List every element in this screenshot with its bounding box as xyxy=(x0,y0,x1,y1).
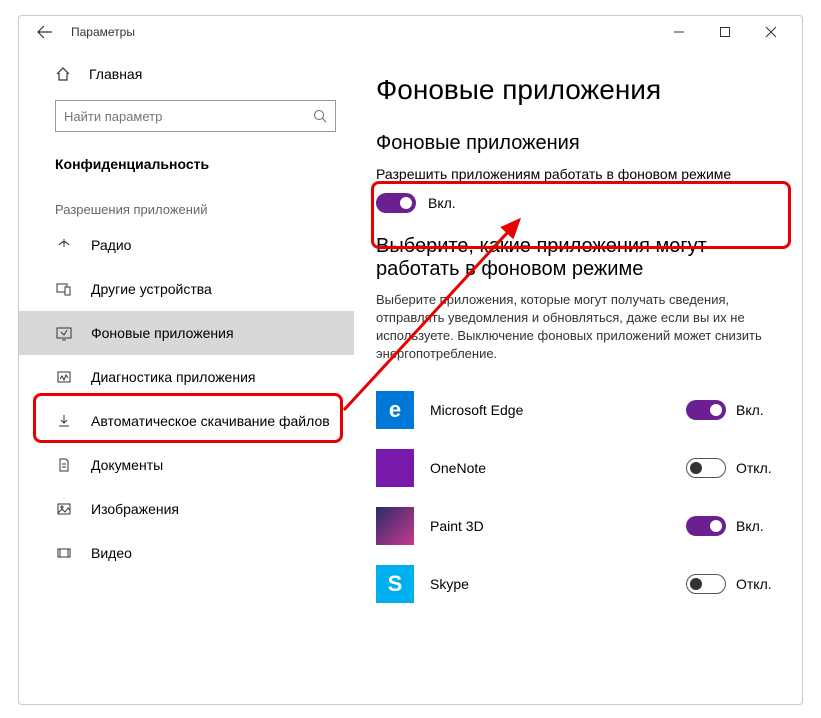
sidebar: Главная Конфиденциальность Разрешения пр… xyxy=(19,48,354,704)
sidebar-item-radio[interactable]: Радио xyxy=(19,223,354,267)
close-button[interactable] xyxy=(748,18,794,46)
app-toggle-state: Откл. xyxy=(736,576,780,592)
master-toggle-state: Вкл. xyxy=(428,195,456,211)
app-name-label: Skype xyxy=(430,576,686,592)
radio-icon xyxy=(55,236,73,254)
search-icon xyxy=(313,109,327,123)
sidebar-item-auto-downloads[interactable]: Автоматическое скачивание файлов xyxy=(19,399,354,443)
app-toggle[interactable] xyxy=(686,574,726,594)
documents-icon xyxy=(55,456,73,474)
app-icon: e xyxy=(376,391,414,429)
app-icon xyxy=(376,507,414,545)
home-label: Главная xyxy=(89,66,142,82)
diagnostics-icon xyxy=(55,368,73,386)
allow-background-label: Разрешить приложениям работать в фоновом… xyxy=(376,165,780,185)
apps-list: e Microsoft Edge Вкл. OneNote Откл. Paint 3D В… xyxy=(376,381,780,613)
sidebar-item-video[interactable]: Видео xyxy=(19,531,354,575)
nav-label: Фоновые приложения xyxy=(91,325,354,341)
sidebar-item-documents[interactable]: Документы xyxy=(19,443,354,487)
category-title: Конфиденциальность xyxy=(19,146,354,180)
nav-list: Радио Другие устройства Фоновые приложен… xyxy=(19,223,354,575)
app-name-label: Paint 3D xyxy=(430,518,686,534)
nav-label: Другие устройства xyxy=(91,281,354,297)
main-panel: Фоновые приложения Фоновые приложения Ра… xyxy=(354,48,802,704)
app-name-label: OneNote xyxy=(430,460,686,476)
nav-label: Видео xyxy=(91,545,354,561)
images-icon xyxy=(55,500,73,518)
app-toggle[interactable] xyxy=(686,400,726,420)
window-title: Параметры xyxy=(71,25,135,39)
app-toggle[interactable] xyxy=(686,458,726,478)
home-link[interactable]: Главная xyxy=(19,54,354,94)
app-name-label: Microsoft Edge xyxy=(430,402,686,418)
app-row: Paint 3D Вкл. xyxy=(376,497,780,555)
titlebar: Параметры xyxy=(19,16,802,48)
sidebar-item-background-apps[interactable]: Фоновые приложения xyxy=(19,311,354,355)
nav-label: Радио xyxy=(91,237,354,253)
nav-label: Автоматическое скачивание файлов xyxy=(91,413,354,429)
page-title: Фоновые приложения xyxy=(376,74,780,106)
content-area: Главная Конфиденциальность Разрешения пр… xyxy=(19,48,802,704)
app-toggle[interactable] xyxy=(686,516,726,536)
download-icon xyxy=(55,412,73,430)
section-label: Разрешения приложений xyxy=(19,180,354,223)
section-heading: Фоновые приложения xyxy=(376,132,780,155)
app-row: e Microsoft Edge Вкл. xyxy=(376,381,780,439)
search-input[interactable] xyxy=(55,100,336,132)
home-icon xyxy=(55,66,71,82)
app-toggle-state: Откл. xyxy=(736,460,780,476)
app-toggle-state: Вкл. xyxy=(736,402,780,418)
nav-label: Документы xyxy=(91,457,354,473)
background-apps-icon xyxy=(55,324,73,342)
maximize-button[interactable] xyxy=(702,18,748,46)
settings-window: Параметры Главная Конфиденциальность Раз… xyxy=(18,15,803,705)
devices-icon xyxy=(55,280,73,298)
master-toggle-row: Вкл. xyxy=(376,193,780,213)
master-toggle[interactable] xyxy=(376,193,416,213)
app-row: S Skype Откл. xyxy=(376,555,780,613)
back-button[interactable] xyxy=(33,20,57,44)
search-field[interactable] xyxy=(64,109,313,124)
app-icon xyxy=(376,449,414,487)
choose-apps-desc: Выберите приложения, которые могут получ… xyxy=(376,291,780,364)
app-icon: S xyxy=(376,565,414,603)
app-toggle-state: Вкл. xyxy=(736,518,780,534)
choose-apps-heading: Выберите, какие приложения могут работат… xyxy=(376,235,780,281)
sidebar-item-other-devices[interactable]: Другие устройства xyxy=(19,267,354,311)
nav-label: Диагностика приложения xyxy=(91,369,354,385)
sidebar-item-app-diagnostics[interactable]: Диагностика приложения xyxy=(19,355,354,399)
sidebar-item-images[interactable]: Изображения xyxy=(19,487,354,531)
minimize-button[interactable] xyxy=(656,18,702,46)
app-row: OneNote Откл. xyxy=(376,439,780,497)
nav-label: Изображения xyxy=(91,501,354,517)
video-icon xyxy=(55,544,73,562)
